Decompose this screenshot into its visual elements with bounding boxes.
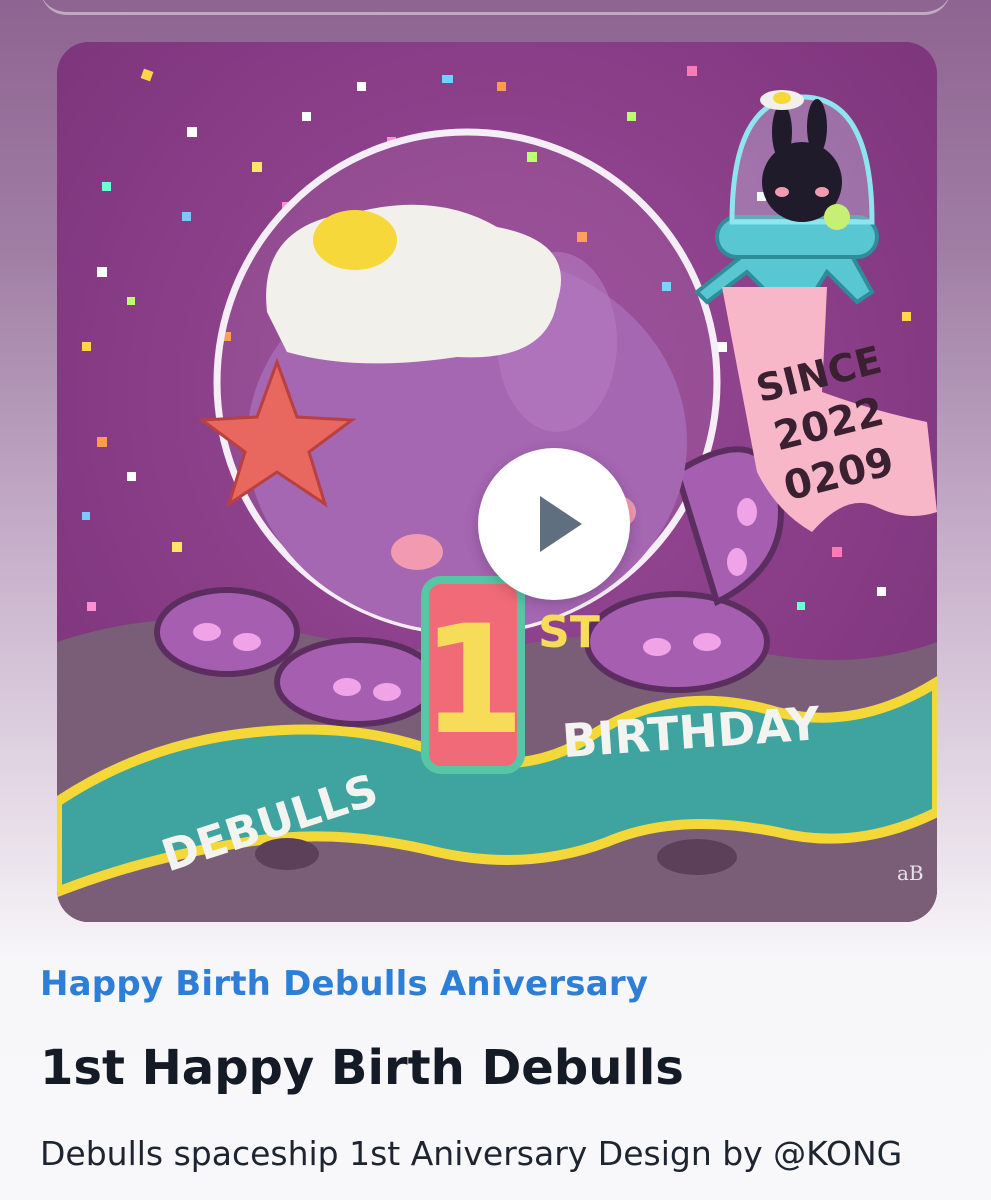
- badge-number: 1: [421, 594, 525, 768]
- nft-artwork-card[interactable]: 1 ST DEBULLS BIRTHDAY SINCE 2022 0209 aB: [57, 42, 937, 922]
- previous-card-edge: [40, 0, 951, 15]
- badge-suffix: ST: [538, 607, 600, 658]
- nft-title: 1st Happy Birth Debulls: [40, 1040, 684, 1096]
- nft-description: Debulls spaceship 1st Aniversary Design …: [40, 1134, 903, 1173]
- play-icon: [540, 496, 582, 552]
- collection-name[interactable]: Happy Birth Debulls Aniversary: [40, 964, 648, 1004]
- artist-signature: aB: [897, 861, 924, 885]
- play-button[interactable]: [478, 448, 630, 600]
